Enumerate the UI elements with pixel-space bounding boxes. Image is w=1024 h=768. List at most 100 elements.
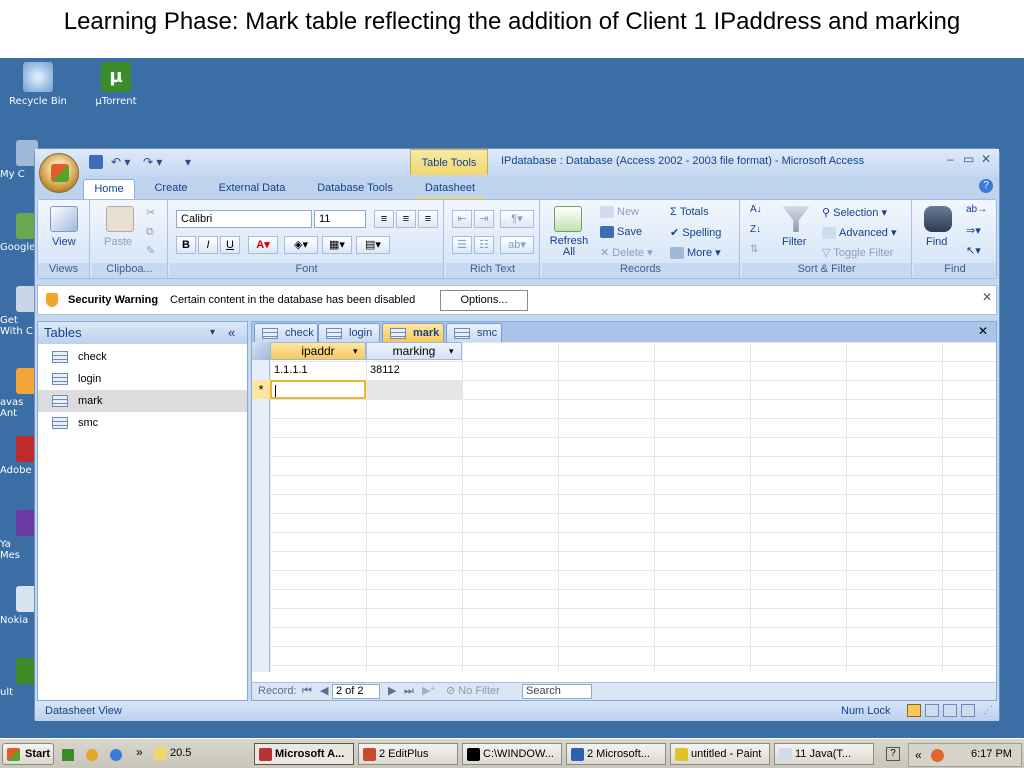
- close-warning-icon[interactable]: ✕: [982, 290, 992, 304]
- undo-button[interactable]: ↶ ▾: [111, 155, 130, 171]
- totals-button[interactable]: Σ Totals: [670, 206, 709, 218]
- font-size-select[interactable]: 11: [314, 210, 366, 228]
- doc-tab-check[interactable]: check: [254, 323, 318, 342]
- paragraph-direction-icon[interactable]: ¶▾: [500, 210, 534, 228]
- select-all-icon[interactable]: [252, 342, 270, 360]
- table-cell[interactable]: 38112: [366, 361, 462, 380]
- search-input[interactable]: Search: [522, 684, 592, 699]
- tab-datasheet[interactable]: Datasheet: [415, 179, 485, 199]
- doc-tab-mark[interactable]: mark: [382, 323, 444, 342]
- sort-ascending-icon[interactable]: A↓: [750, 204, 762, 215]
- select-icon[interactable]: ↖▾: [966, 244, 981, 257]
- design-view-icon[interactable]: [961, 704, 975, 717]
- customize-qat-button[interactable]: ▾: [185, 155, 191, 171]
- toggle-filter-button[interactable]: ▽ Toggle Filter: [822, 246, 893, 259]
- fill-color-icon[interactable]: ◈▾: [284, 236, 318, 254]
- column-header-ipaddr[interactable]: ipaddr ▾: [270, 342, 366, 360]
- help-icon[interactable]: ?: [979, 179, 993, 193]
- taskbar-item-java[interactable]: 11 Java(T...: [774, 743, 874, 765]
- datasheet-view-icon[interactable]: [907, 704, 921, 717]
- utorrent-quicklaunch-icon[interactable]: [62, 749, 74, 761]
- desktop-icon-utorrent[interactable]: µ µTorrent: [81, 62, 151, 107]
- tab-home[interactable]: Home: [83, 179, 135, 199]
- maximize-icon[interactable]: ▭: [963, 152, 974, 166]
- office-button[interactable]: [39, 153, 79, 193]
- italic-button[interactable]: I: [198, 236, 218, 254]
- nav-pane-header[interactable]: Tables ▾ «: [38, 322, 247, 344]
- underline-button[interactable]: U: [220, 236, 240, 254]
- copy-icon[interactable]: ⧉: [146, 226, 154, 239]
- minimize-icon[interactable]: –: [947, 152, 954, 166]
- view-button[interactable]: View: [52, 236, 76, 248]
- font-family-select[interactable]: Calibri: [176, 210, 312, 228]
- nav-item-check[interactable]: check: [38, 346, 247, 368]
- next-record-icon[interactable]: ▶: [388, 683, 396, 700]
- taskbar-item-folder[interactable]: 20.5: [150, 743, 248, 765]
- taskbar-item-word[interactable]: 2 Microsoft...: [566, 743, 666, 765]
- taskbar-item-editplus[interactable]: 2 EditPlus: [358, 743, 458, 765]
- bold-button[interactable]: B: [176, 236, 196, 254]
- record-position-input[interactable]: 2 of 2: [332, 684, 380, 699]
- paste-button[interactable]: Paste: [104, 236, 132, 248]
- spelling-button[interactable]: ✔ Spelling: [670, 226, 721, 239]
- doc-tab-smc[interactable]: smc: [446, 323, 502, 342]
- tab-external-data[interactable]: External Data: [207, 179, 297, 199]
- increase-indent-icon[interactable]: ⇥: [474, 210, 494, 228]
- cut-icon[interactable]: ✂: [146, 206, 155, 219]
- goto-icon[interactable]: ⇒▾: [966, 224, 981, 237]
- clear-sort-icon[interactable]: ⇅: [750, 244, 758, 255]
- taskbar-item-access[interactable]: Microsoft A...: [254, 743, 354, 765]
- last-record-icon[interactable]: ⏭: [404, 683, 414, 700]
- chevron-down-icon[interactable]: ▾: [210, 322, 215, 344]
- new-row-marking-input[interactable]: [366, 380, 462, 399]
- replace-icon[interactable]: ab→: [966, 204, 987, 215]
- taskbar-item-paint[interactable]: untitled - Paint: [670, 743, 770, 765]
- previous-record-icon[interactable]: ◀: [320, 683, 328, 700]
- align-left-icon[interactable]: ≡: [374, 210, 394, 228]
- new-blank-record-icon[interactable]: ▶*: [422, 683, 435, 700]
- tab-create[interactable]: Create: [145, 179, 197, 199]
- close-icon[interactable]: ✕: [981, 152, 991, 166]
- collapse-pane-icon[interactable]: «: [228, 322, 235, 344]
- more-button[interactable]: More ▾: [670, 246, 721, 260]
- delete-record-button[interactable]: ✕ Delete ▾: [600, 246, 653, 259]
- redo-button[interactable]: ↷ ▾: [143, 155, 162, 171]
- new-row-ipaddr-input[interactable]: [270, 380, 366, 399]
- align-right-icon[interactable]: ≡: [418, 210, 438, 228]
- options-button[interactable]: Options...: [440, 290, 528, 311]
- new-record-button[interactable]: New: [600, 206, 639, 219]
- clock[interactable]: 6:17 PM: [971, 748, 1012, 760]
- pivot-table-view-icon[interactable]: [925, 704, 939, 717]
- nav-item-mark[interactable]: mark: [38, 390, 247, 412]
- refresh-all-button[interactable]: Refresh All: [548, 236, 590, 258]
- pivot-chart-view-icon[interactable]: [943, 704, 957, 717]
- alternate-fill-icon[interactable]: ▤▾: [356, 236, 390, 254]
- format-painter-icon[interactable]: ✎: [146, 244, 155, 257]
- start-button[interactable]: Start: [2, 743, 54, 765]
- nav-item-login[interactable]: login: [38, 368, 247, 390]
- help-tray-icon[interactable]: ?: [886, 747, 900, 761]
- chrome-quicklaunch-icon[interactable]: [86, 749, 98, 761]
- tab-database-tools[interactable]: Database Tools: [307, 179, 403, 199]
- nav-item-smc[interactable]: smc: [38, 412, 247, 434]
- no-filter-button[interactable]: ⊘ No Filter: [446, 683, 500, 700]
- font-color-icon[interactable]: A▾: [248, 236, 278, 254]
- selection-button[interactable]: ⚲ Selection ▾: [822, 206, 887, 219]
- table-cell[interactable]: 1.1.1.1: [270, 361, 366, 380]
- taskbar-item-cmd[interactable]: C:\WINDOW...: [462, 743, 562, 765]
- find-button[interactable]: Find: [926, 236, 947, 248]
- numbering-icon[interactable]: ☷: [474, 236, 494, 254]
- ie-quicklaunch-icon[interactable]: [110, 749, 122, 761]
- highlight-icon[interactable]: ab▾: [500, 236, 534, 254]
- desktop-icon-recycle-bin[interactable]: Recycle Bin: [3, 62, 73, 107]
- quicklaunch-more-icon[interactable]: »: [136, 745, 143, 759]
- resize-grip-icon[interactable]: ⋰: [983, 701, 993, 721]
- show-hidden-icons-icon[interactable]: «: [915, 748, 922, 762]
- close-document-icon[interactable]: ✕: [978, 324, 988, 338]
- save-icon[interactable]: [89, 155, 103, 169]
- decrease-indent-icon[interactable]: ⇤: [452, 210, 472, 228]
- column-header-marking[interactable]: marking ▾: [366, 342, 462, 360]
- bullets-icon[interactable]: ☰: [452, 236, 472, 254]
- first-record-icon[interactable]: ⏮: [302, 683, 312, 700]
- sort-descending-icon[interactable]: Z↓: [750, 224, 761, 235]
